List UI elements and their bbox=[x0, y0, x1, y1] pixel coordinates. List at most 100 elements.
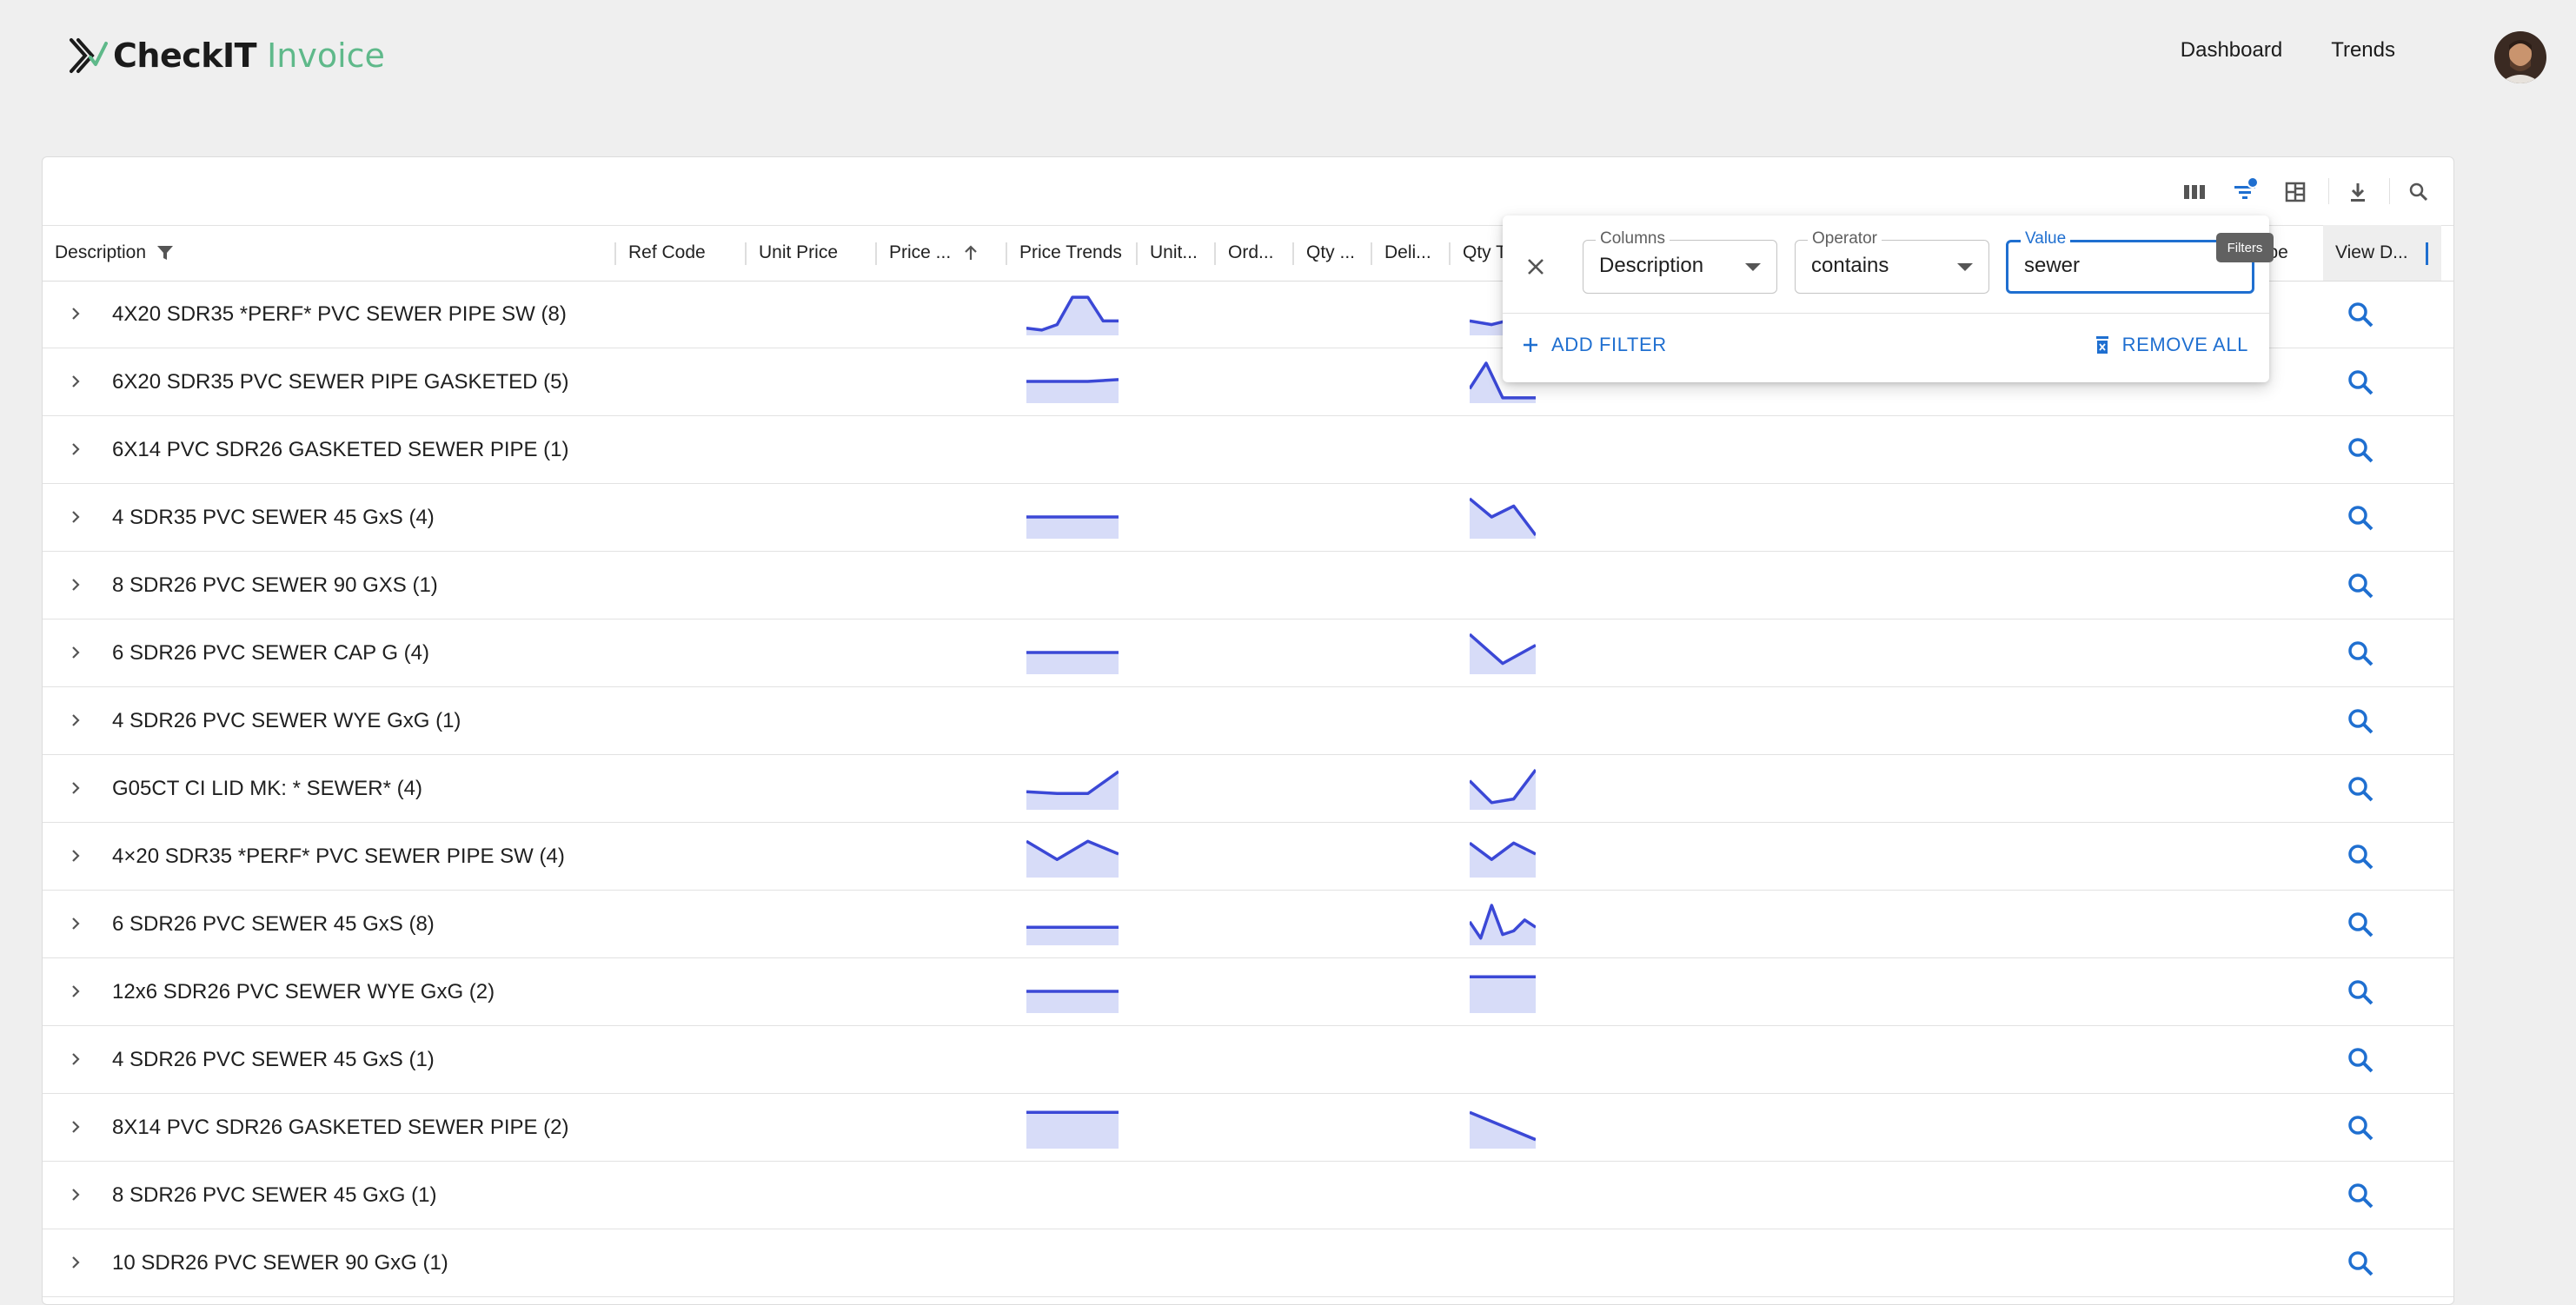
column-filter-icon[interactable] bbox=[156, 244, 174, 262]
view-details-button[interactable] bbox=[2346, 1045, 2375, 1075]
view-details-button[interactable] bbox=[2346, 300, 2375, 329]
table-row[interactable]: 6 SDR26 PVC SEWER CAP G (4) bbox=[43, 619, 2453, 687]
table-row[interactable]: 4 SDR35 PVC SEWER 45 GxS (4) bbox=[43, 484, 2453, 552]
filter-columns-select[interactable]: Columns Description bbox=[1583, 229, 1777, 294]
app-logo[interactable]: CheckIT Invoice bbox=[66, 31, 385, 80]
remove-all-button[interactable]: REMOVE ALL bbox=[2095, 334, 2248, 356]
view-details-button[interactable] bbox=[2346, 842, 2375, 871]
view-details-button[interactable] bbox=[2346, 1113, 2375, 1143]
expand-row-button[interactable] bbox=[65, 507, 86, 527]
view-details-button[interactable] bbox=[2346, 774, 2375, 804]
sparkline-area bbox=[1470, 634, 1536, 674]
row-description: 6X20 SDR35 PVC SEWER PIPE GASKETED (5) bbox=[112, 369, 569, 394]
column-separator[interactable] bbox=[614, 242, 616, 265]
expand-row-button[interactable] bbox=[65, 778, 86, 798]
column-separator[interactable] bbox=[1292, 242, 1294, 265]
sparkline-chart bbox=[1470, 1110, 1536, 1149]
sparkline-chart bbox=[1470, 497, 1536, 539]
magnifier-icon bbox=[2348, 912, 2374, 937]
expand-row-button[interactable] bbox=[65, 371, 86, 392]
col-unit-price[interactable]: Unit Price bbox=[759, 225, 872, 281]
view-details-button[interactable] bbox=[2346, 706, 2375, 736]
view-details-button[interactable] bbox=[2346, 639, 2375, 668]
filter-value-text[interactable]: sewer bbox=[2024, 254, 2080, 278]
add-filter-button[interactable]: ADD FILTER bbox=[1522, 334, 1667, 356]
row-description: 4 SDR26 PVC SEWER WYE GxG (1) bbox=[112, 708, 461, 732]
sparkline-chart bbox=[1026, 839, 1119, 878]
view-details-button[interactable] bbox=[2346, 368, 2375, 397]
table-row[interactable]: 8X14 PVC SDR26 GASKETED SEWER PIPE (2) bbox=[43, 1094, 2453, 1162]
table-row[interactable]: 10 SDR26 PVC SEWER 90 GxG (1) bbox=[43, 1229, 2453, 1297]
filter-panel: Columns Description Operator contains Va… bbox=[1503, 215, 2269, 382]
export-button[interactable] bbox=[2344, 178, 2372, 206]
column-separator[interactable] bbox=[1006, 242, 1007, 265]
col-price-sorted[interactable]: Price ... bbox=[889, 225, 1002, 281]
col-order[interactable]: Ord... bbox=[1228, 225, 1291, 281]
row-description: 8 SDR26 PVC SEWER 90 GXS (1) bbox=[112, 573, 438, 597]
magnifier-icon bbox=[2348, 1183, 2374, 1209]
col-ref-code[interactable]: Ref Code bbox=[628, 225, 741, 281]
expand-row-button[interactable] bbox=[65, 913, 86, 934]
filters-button[interactable] bbox=[2231, 176, 2259, 206]
sparkline-chart bbox=[1026, 295, 1119, 335]
table-row[interactable]: 6X14 PVC SDR26 GASKETED SEWER PIPE (1) bbox=[43, 416, 2453, 484]
sparkline-chart bbox=[1026, 990, 1119, 1013]
filter-value-label: Value bbox=[2021, 229, 2071, 248]
col-qty[interactable]: Qty ... bbox=[1306, 225, 1369, 281]
col-delivery[interactable]: Deli... bbox=[1384, 225, 1447, 281]
column-separator[interactable] bbox=[875, 242, 877, 265]
expand-row-button[interactable] bbox=[65, 981, 86, 1002]
expand-row-button[interactable] bbox=[65, 303, 86, 324]
table-row[interactable]: 4 SDR26 PVC SEWER 45 GxS (1) bbox=[43, 1026, 2453, 1094]
column-separator[interactable] bbox=[1449, 242, 1451, 265]
col-unit[interactable]: Unit... bbox=[1150, 225, 1212, 281]
view-details-button[interactable] bbox=[2346, 435, 2375, 465]
expand-row-button[interactable] bbox=[65, 1252, 86, 1273]
expand-row-button[interactable] bbox=[65, 845, 86, 866]
expand-row-button[interactable] bbox=[65, 642, 86, 663]
view-details-button[interactable] bbox=[2346, 571, 2375, 600]
brand-name: CheckIT bbox=[113, 36, 257, 75]
table-row[interactable]: 8 SDR26 PVC SEWER 45 GxG (1) bbox=[43, 1162, 2453, 1229]
col-qty-trends-label: Qty T bbox=[1463, 242, 1507, 262]
chevron-right-icon bbox=[72, 443, 80, 455]
col-description[interactable]: Description bbox=[55, 225, 211, 281]
nav-trends[interactable]: Trends bbox=[2331, 38, 2395, 63]
view-details-button[interactable] bbox=[2346, 503, 2375, 533]
expand-row-button[interactable] bbox=[65, 710, 86, 731]
table-row[interactable]: G05CT CI LID MK: * SEWER* (4) bbox=[43, 755, 2453, 823]
table-row[interactable]: 12x6 SDR26 PVC SEWER WYE GxG (2) bbox=[43, 958, 2453, 1026]
columns-button[interactable] bbox=[2181, 178, 2208, 206]
expand-row-button[interactable] bbox=[65, 1116, 86, 1137]
table-row[interactable]: 4 SDR26 PVC SEWER WYE GxG (1) bbox=[43, 687, 2453, 755]
magnifier-icon bbox=[2348, 777, 2374, 802]
column-separator[interactable] bbox=[745, 242, 747, 265]
expand-row-button[interactable] bbox=[65, 439, 86, 460]
col-price-trends-label: Price Trends bbox=[1019, 242, 1122, 262]
delete-filter-button[interactable] bbox=[1524, 255, 1548, 279]
density-button[interactable] bbox=[2281, 178, 2309, 206]
view-details-button[interactable] bbox=[2346, 1249, 2375, 1278]
column-separator[interactable] bbox=[1136, 242, 1138, 265]
col-view-details[interactable]: View D... bbox=[2323, 225, 2441, 281]
chevron-right-icon bbox=[72, 782, 80, 794]
column-separator[interactable] bbox=[1214, 242, 1216, 265]
view-details-button[interactable] bbox=[2346, 1181, 2375, 1210]
nav-dashboard[interactable]: Dashboard bbox=[2181, 38, 2282, 63]
user-avatar[interactable] bbox=[2494, 31, 2546, 83]
table-row[interactable]: 6 SDR26 PVC SEWER 45 GxS (8) bbox=[43, 891, 2453, 958]
view-details-button[interactable] bbox=[2346, 977, 2375, 1007]
table-row[interactable]: 4×20 SDR35 *PERF* PVC SEWER PIPE SW (4) bbox=[43, 823, 2453, 891]
magnifier-icon bbox=[2348, 370, 2374, 395]
sparkline-chart bbox=[1026, 770, 1119, 810]
expand-row-button[interactable] bbox=[65, 1049, 86, 1070]
column-separator[interactable] bbox=[1371, 242, 1372, 265]
expand-row-button[interactable] bbox=[65, 574, 86, 595]
view-details-button[interactable] bbox=[2346, 910, 2375, 939]
quick-search-button[interactable] bbox=[2405, 178, 2433, 206]
expand-row-button[interactable] bbox=[65, 1184, 86, 1205]
filter-operator-select[interactable]: Operator contains bbox=[1795, 229, 1989, 294]
table-row[interactable]: 8 SDR26 PVC SEWER 90 GXS (1) bbox=[43, 552, 2453, 619]
sort-ascending-icon[interactable] bbox=[963, 244, 979, 262]
chevron-right-icon bbox=[72, 917, 80, 930]
